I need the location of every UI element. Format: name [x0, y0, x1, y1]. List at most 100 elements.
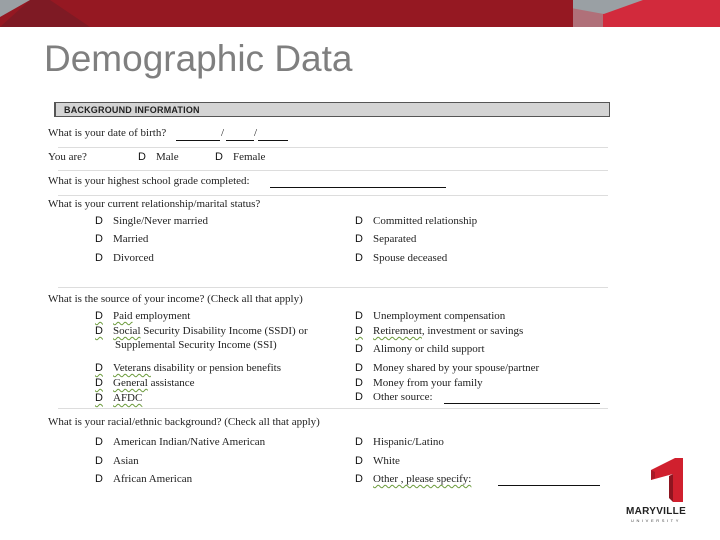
dob-month-field[interactable] [176, 140, 220, 141]
option-label: Money from your family [373, 377, 483, 389]
checkbox-icon[interactable]: D [355, 455, 373, 467]
dob-label: What is your date of birth? [48, 127, 167, 139]
ethnic-label: What is your racial/ethnic background? (… [48, 416, 320, 428]
dob-year-field[interactable] [258, 140, 288, 141]
income-option[interactable]: D Unemployment compensation [355, 310, 505, 322]
marital-option[interactable]: D Single/Never married [95, 215, 208, 227]
option-label: American Indian/Native American [113, 436, 266, 448]
checkbox-icon[interactable]: D [355, 473, 373, 485]
marital-label: What is your current relationship/marita… [48, 198, 261, 210]
university-logo: MARYVILLE UNIVERSITY [624, 455, 688, 525]
divider [58, 195, 608, 196]
dob-day-field[interactable] [226, 140, 254, 141]
checkbox-icon[interactable]: D [355, 325, 373, 337]
ethnic-option[interactable]: D White [355, 455, 400, 467]
option-label: White [373, 455, 400, 467]
option-label: Female [233, 151, 266, 163]
income-option[interactable]: D AFDC [95, 392, 142, 404]
option-label: Separated [373, 233, 417, 245]
checkbox-icon[interactable]: D [95, 325, 113, 337]
other-source-field[interactable] [444, 403, 600, 404]
checkbox-icon[interactable]: D [95, 215, 113, 227]
income-option[interactable]: D Social Security Disability Income (SSDI… [95, 325, 308, 337]
income-option[interactable]: D Paid employment [95, 310, 190, 322]
checkbox-icon[interactable]: D [215, 151, 233, 163]
checkbox-icon[interactable]: D [95, 310, 113, 322]
logo-mark-icon [651, 458, 683, 502]
logo-subtitle: UNIVERSITY [630, 518, 681, 523]
other-ethnicity-field[interactable] [498, 485, 600, 486]
option-label: employment [132, 310, 191, 322]
option-label: African American [113, 473, 193, 485]
marital-option[interactable]: D Separated [355, 233, 416, 245]
option-label: Other , please specify: [373, 473, 472, 485]
divider [58, 147, 608, 148]
option-label: Supplemental Security Income (SSI) [115, 339, 277, 351]
option-label: Other source: [373, 391, 433, 403]
option-label-lead: Retirement [373, 325, 422, 337]
checkbox-icon[interactable]: D [138, 151, 156, 163]
marital-option[interactable]: D Married [95, 233, 148, 245]
income-option[interactable]: D Money from your family [355, 377, 483, 389]
checkbox-icon[interactable]: D [95, 473, 113, 485]
ethnic-option[interactable]: D Asian [95, 455, 139, 467]
marital-option[interactable]: D Divorced [95, 252, 154, 264]
checkbox-icon[interactable]: D [95, 392, 113, 404]
option-female[interactable]: D Female [215, 151, 265, 163]
logo-wordmark: MARYVILLE [625, 506, 687, 517]
checkbox-icon[interactable]: D [95, 252, 113, 264]
checkbox-icon[interactable]: D [95, 455, 113, 467]
income-option[interactable]: D General assistance [95, 377, 195, 389]
option-label-lead: General [113, 377, 148, 389]
ethnic-option[interactable]: D Hispanic/Latino [355, 436, 444, 448]
checkbox-icon[interactable]: D [355, 362, 373, 374]
sex-label: You are? [48, 151, 87, 163]
option-label-lead: AFDC [113, 392, 143, 404]
income-option[interactable]: D Veterans disability or pension benefits [95, 362, 281, 374]
checkbox-icon[interactable]: D [355, 436, 373, 448]
option-label: Money shared by your spouse/partner [373, 362, 540, 374]
checkbox-icon[interactable]: D [355, 310, 373, 322]
option-label: Unemployment compensation [373, 310, 506, 322]
option-label: disability or pension benefits [150, 362, 282, 374]
header-banner [0, 0, 720, 27]
option-label-lead: Paid [113, 310, 133, 322]
income-option-continued: Supplemental Security Income (SSI) [115, 339, 277, 351]
dob-separator: / [221, 127, 225, 139]
checkbox-icon[interactable]: D [95, 233, 113, 245]
option-label: assistance [147, 377, 195, 389]
ethnic-option[interactable]: D Other , please specify: [355, 473, 471, 485]
option-label: Hispanic/Latino [373, 436, 444, 448]
divider [58, 170, 608, 171]
checkbox-icon[interactable]: D [95, 436, 113, 448]
page-title: Demographic Data [44, 38, 353, 79]
option-label: , investment or savings [421, 325, 524, 337]
option-label: Divorced [113, 252, 154, 264]
income-option[interactable]: D Other source: [355, 391, 433, 403]
marital-option[interactable]: D Spouse deceased [355, 252, 447, 264]
option-label: Male [156, 151, 179, 163]
section-header: BACKGROUND INFORMATION [54, 102, 610, 117]
option-label: Security Disability Income (SSDI) or [140, 325, 308, 337]
grade-field[interactable] [270, 187, 446, 188]
checkbox-icon[interactable]: D [355, 391, 373, 403]
divider [58, 287, 608, 288]
checkbox-icon[interactable]: D [95, 362, 113, 374]
checkbox-icon[interactable]: D [355, 377, 373, 389]
checkbox-icon[interactable]: D [355, 252, 373, 264]
checkbox-icon[interactable]: D [355, 343, 373, 355]
marital-option[interactable]: D Committed relationship [355, 215, 477, 227]
ethnic-option[interactable]: D American Indian/Native American [95, 436, 265, 448]
section-title: BACKGROUND INFORMATION [64, 105, 200, 115]
checkbox-icon[interactable]: D [95, 377, 113, 389]
ethnic-option[interactable]: D African American [95, 473, 192, 485]
checkbox-icon[interactable]: D [355, 215, 373, 227]
option-label-lead: Social [113, 325, 141, 337]
income-option[interactable]: D Retirement, investment or savings [355, 325, 523, 337]
option-label: Alimony or child support [373, 343, 485, 355]
income-label: What is the source of your income? (Chec… [48, 293, 303, 305]
income-option[interactable]: D Money shared by your spouse/partner [355, 362, 539, 374]
option-male[interactable]: D Male [138, 151, 179, 163]
checkbox-icon[interactable]: D [355, 233, 373, 245]
income-option[interactable]: D Alimony or child support [355, 343, 485, 355]
